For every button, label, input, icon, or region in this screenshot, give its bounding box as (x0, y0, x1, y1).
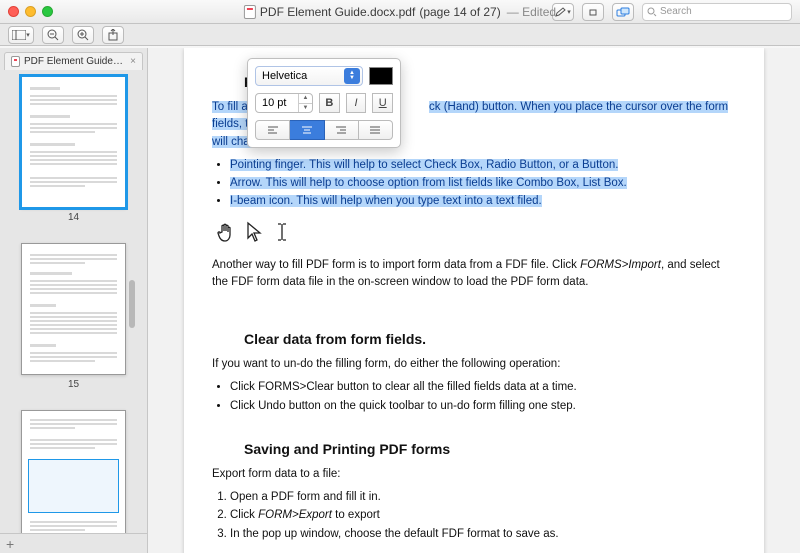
align-center-icon (301, 125, 313, 135)
title-area: PDF Element Guide.docx.pdf (page 14 of 2… (244, 5, 556, 19)
paragraph-export-intro: Export form data to a file: (212, 466, 736, 483)
font-size-stepper[interactable]: 10 pt ▲▼ (255, 93, 313, 113)
view-toolbar: ▾ (0, 24, 800, 46)
select-stepper-icon: ▲▼ (344, 68, 360, 84)
highlighter-icon (587, 7, 599, 17)
align-left-icon (267, 125, 279, 135)
thumbnail-page-15[interactable] (21, 243, 126, 375)
cursor-icons-row (212, 221, 736, 243)
thumbnails-sidebar: PDF Element Guide.docx.pdf × 14 (0, 48, 148, 553)
zoom-window-button[interactable] (42, 6, 53, 17)
paragraph-import: Another way to fill PDF form is to impor… (212, 257, 736, 292)
align-right-icon (335, 125, 347, 135)
sidebar-icon (12, 30, 26, 40)
italic-button[interactable]: I (346, 93, 367, 113)
sidebar-scrollbar-thumb[interactable] (129, 280, 135, 328)
font-size-value: 10 pt (262, 97, 286, 109)
thumbnail-page-number: 15 (21, 379, 126, 390)
markup-button[interactable] (582, 3, 604, 21)
underline-button[interactable]: U (372, 93, 393, 113)
document-icon (244, 5, 256, 19)
window-titlebar: PDF Element Guide.docx.pdf (page 14 of 2… (0, 0, 800, 24)
font-family-select[interactable]: Helvetica ▲▼ (255, 66, 363, 86)
heading-save: Saving and Printing PDF forms (244, 439, 736, 460)
zoom-in-icon (77, 29, 89, 41)
bold-button[interactable]: B (319, 93, 340, 113)
document-filename: PDF Element Guide.docx.pdf (260, 5, 415, 19)
arrow-cursor-icon (244, 221, 264, 243)
align-justify-icon (369, 125, 381, 135)
export-share-button[interactable] (102, 26, 124, 44)
search-field[interactable]: Search (642, 3, 792, 21)
close-tab-icon[interactable]: × (130, 56, 136, 67)
cursor-bullets: Pointing finger. This will help to selec… (230, 157, 736, 211)
zoom-in-button[interactable] (72, 26, 94, 44)
stepper-down[interactable]: ▼ (299, 104, 312, 113)
export-icon (108, 29, 118, 41)
hand-cursor-icon (216, 221, 236, 243)
thumbnail-page-number: 14 (21, 212, 126, 223)
align-left-button[interactable] (255, 120, 290, 140)
sidebar-tab[interactable]: PDF Element Guide.docx.pdf × (4, 52, 143, 70)
export-steps: Open a PDF form and fill it in. Click FO… (230, 489, 736, 543)
align-right-button[interactable] (325, 120, 359, 140)
sidebar-toggle-button[interactable]: ▾ (8, 26, 34, 44)
document-icon (11, 56, 20, 67)
minimize-window-button[interactable] (25, 6, 36, 17)
zoom-out-button[interactable] (42, 26, 64, 44)
thumbnail-page-14[interactable] (21, 76, 126, 208)
share-icon (616, 7, 630, 17)
sidebar-footer: + (0, 533, 147, 553)
close-window-button[interactable] (8, 6, 19, 17)
sidebar-tab-label: PDF Element Guide.docx.pdf (24, 56, 124, 67)
traffic-lights (8, 6, 53, 17)
text-align-segment (255, 120, 393, 140)
share-button[interactable] (612, 3, 634, 21)
text-color-swatch[interactable] (369, 67, 393, 85)
thumbnail-page-16[interactable] (21, 410, 126, 533)
align-center-button[interactable] (290, 120, 324, 140)
search-placeholder: Search (660, 6, 692, 17)
heading-clear: Clear data from form fields. (244, 329, 736, 350)
page-indicator: (page 14 of 27) (419, 5, 500, 19)
stepper-up[interactable]: ▲ (299, 94, 312, 104)
edited-status: — Edited (507, 5, 556, 19)
font-style-popover: Helvetica ▲▼ 10 pt ▲▼ B I U (247, 58, 401, 148)
clear-bullets: Click FORMS>Clear button to clear all th… (230, 379, 736, 415)
document-viewport[interactable]: Fill To fill a PDFck (Hand) button. When… (148, 48, 800, 553)
ibeam-cursor-icon (272, 221, 292, 243)
paragraph-clear-intro: If you want to un-do the filling form, d… (212, 356, 736, 373)
search-icon (647, 7, 657, 17)
zoom-out-icon (47, 29, 59, 41)
pencil-icon (555, 7, 567, 17)
add-page-button[interactable]: + (6, 536, 14, 552)
align-justify-button[interactable] (359, 120, 393, 140)
thumbnail-list[interactable]: 14 15 16 (0, 70, 147, 533)
font-family-value: Helvetica (262, 70, 307, 82)
